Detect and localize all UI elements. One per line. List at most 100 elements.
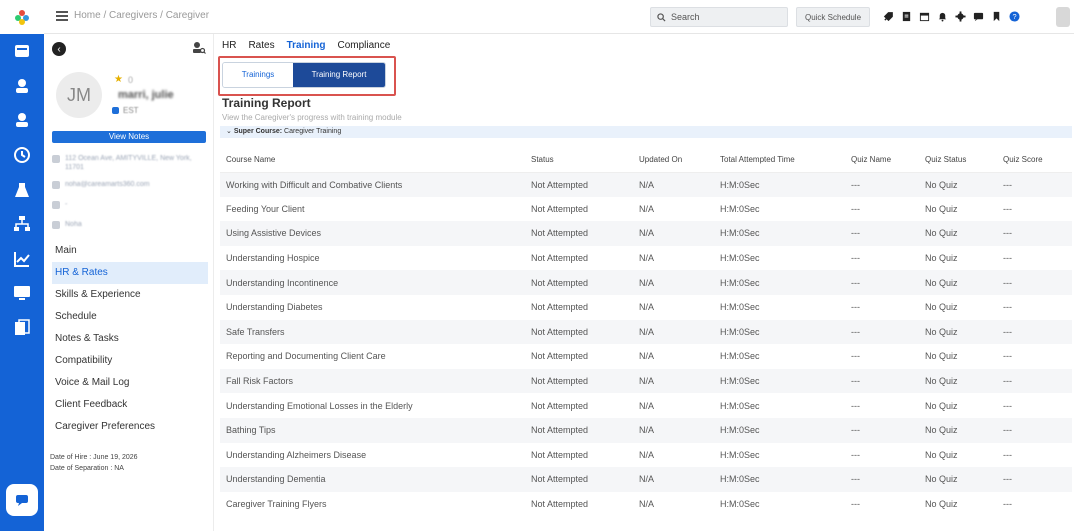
top-bar: Home / Caregivers / Caregiver Search Qui… <box>44 0 1074 34</box>
chat-icon[interactable] <box>972 9 984 23</box>
cell-course-name: Understanding Emotional Losses in the El… <box>226 400 413 411</box>
report-icon[interactable] <box>11 318 33 338</box>
subtab-training-report[interactable]: Training Report <box>293 63 385 87</box>
cell-status: Not Attempted <box>525 172 633 197</box>
tab-compliance[interactable]: Compliance <box>337 40 390 51</box>
table-row: Understanding Alzheimers Disease Not Atte… <box>220 443 1072 468</box>
sidebar-item-voice-mail-log[interactable]: Voice & Mail Log <box>52 372 208 394</box>
location-icon <box>52 155 60 163</box>
col-status[interactable]: Status <box>525 148 633 173</box>
tab-rates[interactable]: Rates <box>248 40 274 51</box>
cell-course-name: Caregiver Training Flyers <box>226 499 327 510</box>
quick-schedule-button[interactable]: Quick Schedule <box>796 7 870 27</box>
col-quiz-name[interactable]: Quiz Name <box>845 148 919 173</box>
calendar-icon[interactable] <box>918 9 930 23</box>
cell-updated-on: N/A <box>639 203 655 214</box>
sidebar-item-caregiver-preferences[interactable]: Caregiver Preferences <box>52 416 208 438</box>
monitor-icon[interactable] <box>11 283 33 303</box>
super-course-label: Super Course: <box>233 128 283 135</box>
hr-tabs: HR Rates Training Compliance <box>222 40 390 51</box>
cell-updated-on: N/A <box>633 319 714 345</box>
cell-quiz-name: --- <box>845 172 919 197</box>
phone-icon <box>52 201 60 209</box>
cell-updated-on: N/A <box>639 253 655 264</box>
table-row: Reporting and Documenting Client Care Not… <box>220 344 1072 369</box>
cell-status: Not Attempted <box>531 302 589 313</box>
sidebar-item-notes-tasks[interactable]: Notes & Tasks <box>52 328 208 350</box>
search-input[interactable]: Search <box>650 7 788 27</box>
col-updated-on[interactable]: Updated On <box>633 148 714 173</box>
person-search-icon[interactable] <box>192 41 206 55</box>
phone-row: - <box>52 200 67 209</box>
cell-quiz-name: --- <box>851 499 860 510</box>
sitemap-icon[interactable] <box>11 214 33 234</box>
caregiver-icon[interactable] <box>11 110 33 130</box>
cell-quiz-score: --- <box>997 221 1072 246</box>
cell-updated-on: N/A <box>639 351 655 362</box>
employment-dates: Date of Hire : June 19, 2026 Date of Sep… <box>50 452 138 474</box>
user-avatar[interactable] <box>1056 7 1070 27</box>
cell-updated-on: N/A <box>639 449 655 460</box>
cell-total-attempted-time: H:M:0Sec <box>720 499 760 510</box>
cell-quiz-name: --- <box>851 203 860 214</box>
col-quiz-status[interactable]: Quiz Status <box>919 148 997 173</box>
caregiver-name: marri, julie <box>118 89 174 101</box>
view-notes-button[interactable]: View Notes <box>52 131 206 143</box>
cell-quiz-score: --- <box>997 270 1072 295</box>
cell-course-name: Using Assistive Devices <box>220 221 525 246</box>
cell-course-name: Understanding Diabetes <box>226 302 323 313</box>
main-content: HR Rates Training Compliance Trainings T… <box>214 34 1074 531</box>
dashboard-icon[interactable] <box>11 41 33 61</box>
super-course-header[interactable]: ⌄ Super Course: Caregiver Training <box>220 126 1072 138</box>
client-icon[interactable] <box>11 76 33 96</box>
cell-course-name: Working with Difficult and Combative Cli… <box>220 172 525 197</box>
rocket-icon[interactable] <box>882 9 894 23</box>
table-row: Understanding Diabetes Not Attempted N/A H:… <box>220 295 1072 320</box>
chart-icon[interactable] <box>11 249 33 269</box>
back-icon[interactable]: ‹ <box>52 42 66 56</box>
sidebar-item-schedule[interactable]: Schedule <box>52 306 208 328</box>
sidebar-item-skills-experience[interactable]: Skills & Experience <box>52 284 208 306</box>
date-of-hire: Date of Hire : June 19, 2026 <box>50 454 138 461</box>
bell-icon[interactable] <box>936 9 948 23</box>
col-quiz-score[interactable]: Quiz Score <box>997 148 1072 173</box>
tag-icon <box>52 221 60 229</box>
cell-course-name: Fall Risk Factors <box>220 368 525 394</box>
clock-icon[interactable] <box>11 145 33 165</box>
sidebar-item-main[interactable]: Main <box>52 240 208 262</box>
col-total-attempted-time[interactable]: Total Attempted Time <box>714 148 845 173</box>
table-row: Understanding Incontinence Not Attempted N… <box>220 270 1072 295</box>
document-icon[interactable] <box>900 9 912 23</box>
menu-icon[interactable] <box>56 11 68 21</box>
subtab-trainings[interactable]: Trainings <box>223 63 293 87</box>
table-row: Understanding Hospice Not Attempted N/A H:M… <box>220 246 1072 271</box>
cell-quiz-status: No Quiz <box>925 302 958 313</box>
svg-text:?: ? <box>1012 11 1016 20</box>
cell-course-name: Reporting and Documenting Client Care <box>226 351 386 362</box>
table-row: Understanding Emotional Losses in the El… <box>220 393 1072 418</box>
tab-training[interactable]: Training <box>287 40 326 51</box>
col-course-name[interactable]: Course Name <box>220 148 525 173</box>
sidebar-item-hr-rates[interactable]: HR & Rates <box>52 262 208 284</box>
cell-quiz-status: No Quiz <box>919 368 997 394</box>
cell-quiz-name: --- <box>845 467 919 492</box>
logo-icon[interactable] <box>0 0 44 34</box>
help-icon[interactable]: ? <box>1008 9 1020 23</box>
email-row[interactable]: noha@careamarts360.com <box>52 180 150 189</box>
cell-quiz-status: No Quiz <box>925 203 958 214</box>
chat-launcher-icon[interactable] <box>6 484 38 516</box>
page-title: Training Report <box>222 96 311 110</box>
cell-total-attempted-time: H:M:0Sec <box>720 203 760 214</box>
cell-quiz-name: --- <box>851 449 860 460</box>
gear-icon[interactable] <box>954 9 966 23</box>
cell-quiz-name: --- <box>851 400 860 411</box>
bookmark-icon[interactable] <box>990 9 1002 23</box>
table-row: Bathing Tips Not Attempted N/A H:M:0Sec --- N… <box>220 417 1072 443</box>
breadcrumb[interactable]: Home / Caregivers / Caregiver <box>74 10 209 21</box>
tab-hr[interactable]: HR <box>222 40 236 51</box>
sidebar-item-client-feedback[interactable]: Client Feedback <box>52 394 208 416</box>
lab-icon[interactable] <box>11 180 33 200</box>
sidebar-item-compatibility[interactable]: Compatibility <box>52 350 208 372</box>
toolbar-icons: ? <box>882 9 1020 25</box>
app: Home / Caregivers / Caregiver Search Qui… <box>0 0 1074 531</box>
